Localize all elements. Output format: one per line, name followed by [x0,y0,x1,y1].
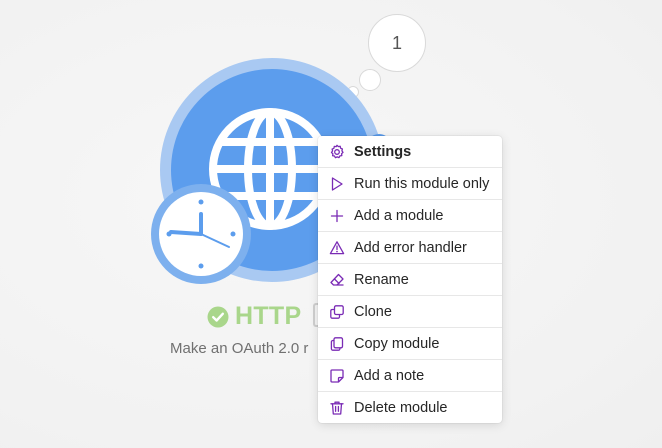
module-name: HTTP [235,302,302,330]
module-subtitle: Make an OAuth 2.0 r [170,340,309,357]
copy-icon [330,336,344,351]
menu-item-clone[interactable]: Clone [318,296,502,328]
menu-item-settings[interactable]: Settings [318,136,502,168]
menu-item-label: Add a module [354,207,444,224]
menu-item-add-note[interactable]: Add a note [318,360,502,392]
menu-item-copy-module[interactable]: Copy module [318,328,502,360]
trash-icon [330,401,344,415]
menu-item-label: Settings [354,143,412,160]
operation-count-bubble[interactable]: 1 [368,14,426,72]
bubble-tail [359,69,381,91]
note-icon [330,368,344,383]
gear-icon [330,144,344,158]
plus-icon [330,209,344,222]
clone-icon [330,304,344,319]
menu-item-add-error-handler[interactable]: Add error handler [318,232,502,264]
clock-icon [166,199,236,269]
menu-item-label: Add error handler [354,239,467,256]
play-icon [331,176,343,191]
module-context-menu: Settings Run this module only Add a modu… [318,136,502,423]
menu-item-label: Rename [354,271,409,288]
check-circle-icon [207,306,229,327]
menu-item-label: Add a note [354,367,425,384]
menu-item-rename[interactable]: Rename [318,264,502,296]
menu-item-add-module[interactable]: Add a module [318,200,502,232]
menu-item-run-module[interactable]: Run this module only [318,168,502,200]
menu-item-label: Clone [354,303,392,320]
operation-count: 1 [391,32,402,53]
module-title[interactable]: HTTP [207,302,301,331]
menu-item-delete-module[interactable]: Delete module [318,392,502,423]
warning-icon [329,240,345,254]
eraser-icon [330,273,344,286]
menu-item-label: Copy module [354,335,440,352]
menu-item-label: Run this module only [354,175,490,192]
menu-item-label: Delete module [354,399,448,416]
